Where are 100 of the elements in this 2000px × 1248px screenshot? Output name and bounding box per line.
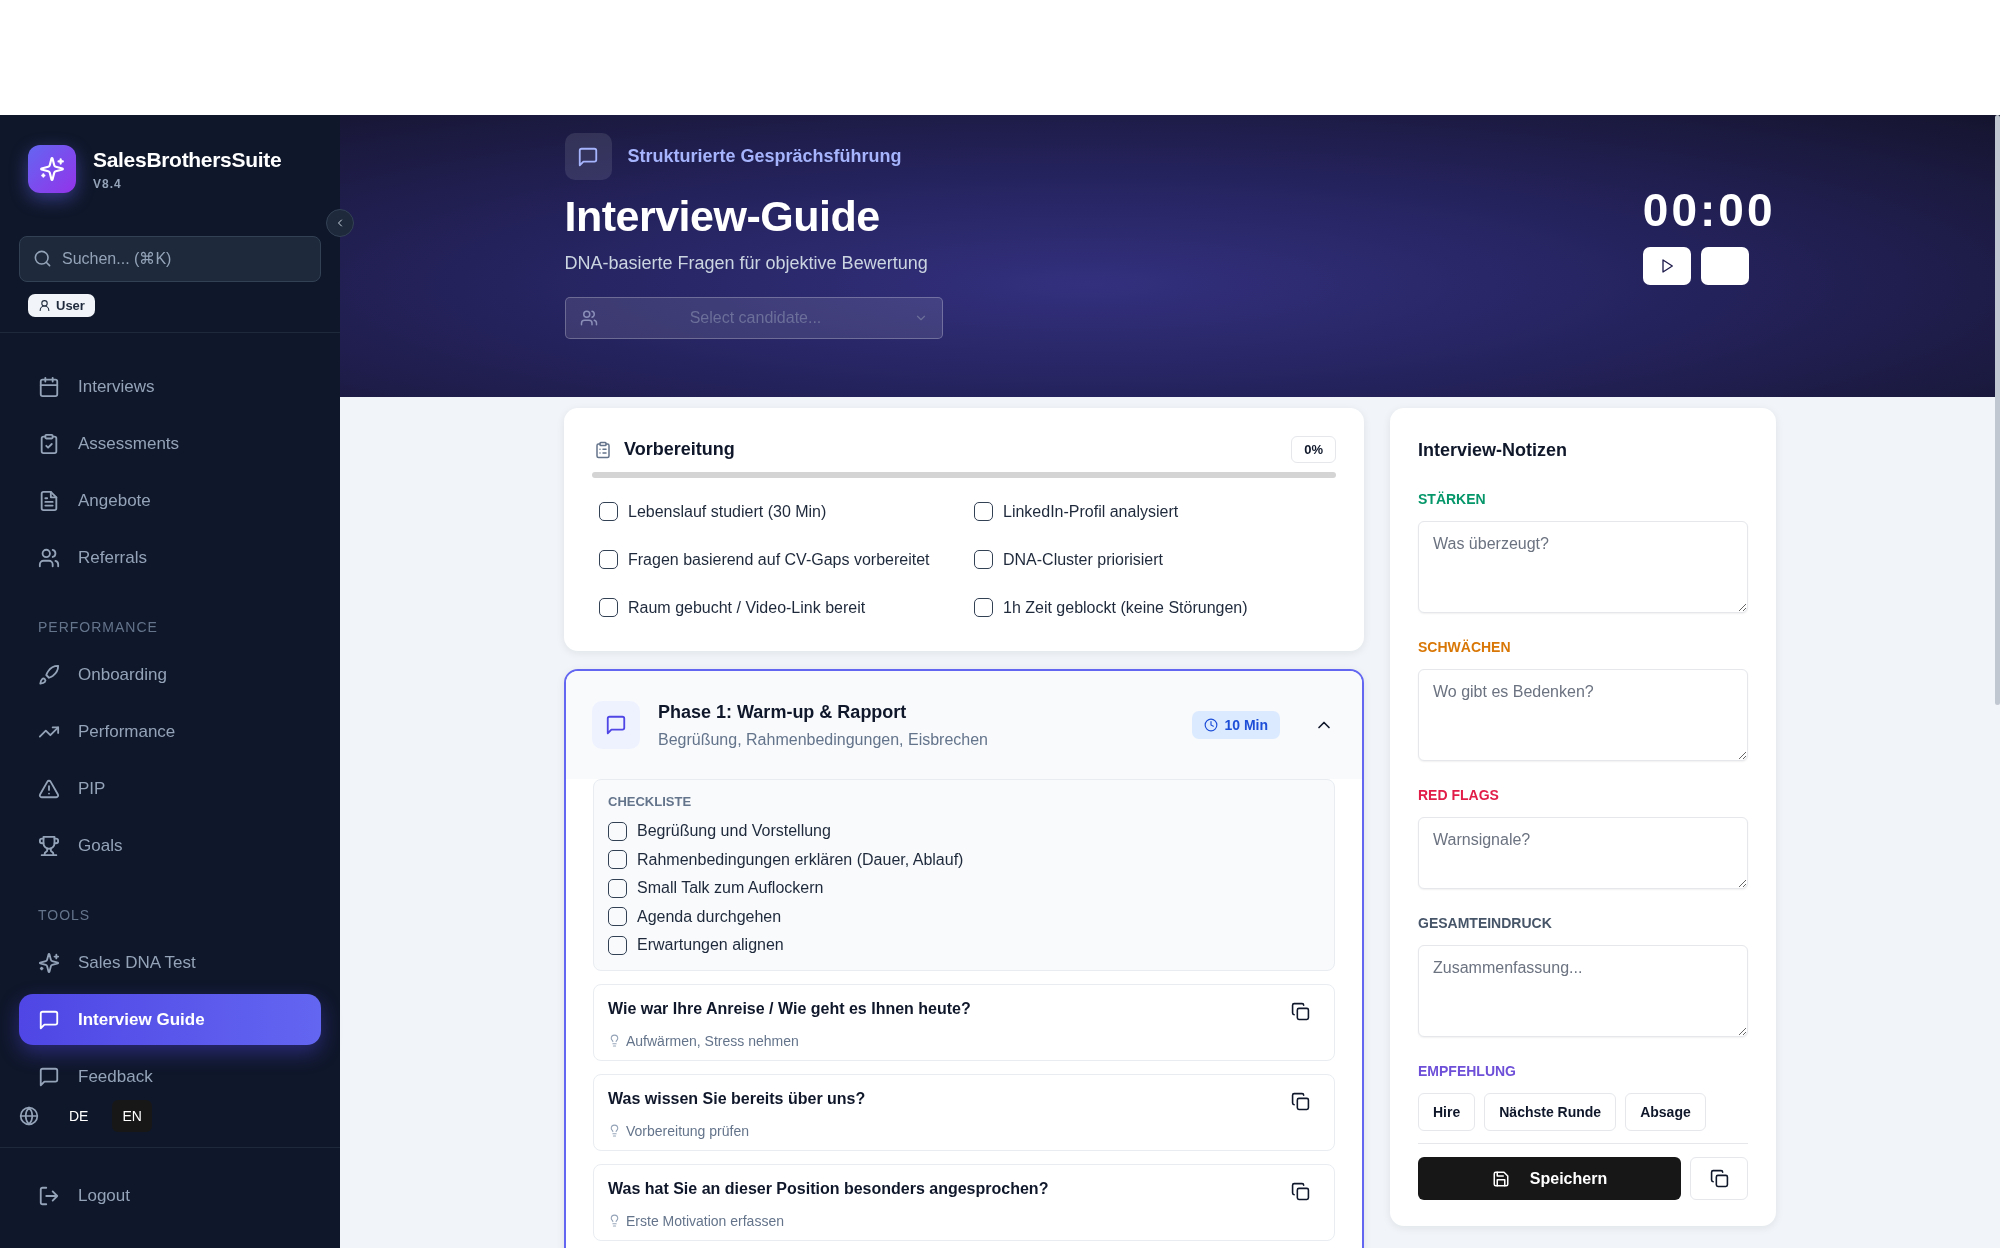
timer-display: 00:00 bbox=[1642, 183, 1776, 237]
checkbox[interactable] bbox=[599, 550, 618, 569]
checkbox[interactable] bbox=[599, 598, 618, 617]
percent-badge: 0% bbox=[1291, 436, 1336, 463]
lightbulb-icon bbox=[608, 1034, 621, 1047]
question-text: Was wissen Sie bereits über uns? bbox=[608, 1089, 866, 1108]
lightbulb-icon bbox=[608, 1124, 621, 1137]
nav-item[interactable]: Onboarding bbox=[19, 649, 321, 700]
trophy-icon bbox=[38, 834, 60, 857]
nav-item[interactable]: Interview Guide bbox=[19, 994, 321, 1045]
duration-badge: 10 Min bbox=[1192, 711, 1280, 739]
notes-field[interactable]: Warnsignale? bbox=[1418, 817, 1748, 889]
clock-icon bbox=[1204, 718, 1219, 732]
eyebrow-label: Strukturierte Gesprächsführung bbox=[627, 146, 902, 167]
copy-icon bbox=[1291, 1181, 1310, 1201]
checkbox[interactable] bbox=[599, 502, 618, 521]
question-hint: Aufwärmen, Stress nehmen bbox=[626, 1032, 799, 1049]
page-subtitle: DNA-basierte Fragen für objektive Bewertung bbox=[564, 253, 929, 274]
section-label: TOOLS bbox=[37, 906, 92, 925]
copy-icon bbox=[1709, 1169, 1729, 1188]
checklist-item: LinkedIn-Profil analysiert bbox=[1003, 502, 1179, 521]
copy-button[interactable] bbox=[1690, 1157, 1748, 1200]
clipboard-check-icon bbox=[38, 432, 60, 455]
users-icon bbox=[38, 546, 60, 569]
role-badge: User bbox=[28, 294, 95, 317]
notes-field[interactable]: Was überzeugt? bbox=[1418, 521, 1748, 613]
warning-icon bbox=[38, 777, 60, 800]
checkbox[interactable] bbox=[608, 935, 627, 955]
document-icon bbox=[38, 489, 60, 512]
recommendation-button[interactable]: Nächste Runde bbox=[1484, 1093, 1617, 1131]
recommendation-button[interactable]: Absage bbox=[1625, 1093, 1706, 1131]
phase-subtitle: Begrüßung, Rahmenbedingungen, Eisbrechen bbox=[658, 730, 989, 749]
chat-bubble-icon bbox=[592, 701, 640, 749]
copy-icon bbox=[1291, 1091, 1310, 1111]
nav-item[interactable]: Referrals bbox=[19, 532, 321, 583]
checklist-item: Erwartungen alignen bbox=[637, 936, 784, 955]
chat-bubble-icon bbox=[564, 133, 612, 180]
checklist-item: Raum gebucht / Video-Link bereit bbox=[628, 598, 866, 617]
timer-button[interactable] bbox=[1700, 247, 1749, 285]
field-label: STÄRKEN bbox=[1418, 491, 1487, 507]
checkbox[interactable] bbox=[974, 502, 993, 521]
save-icon bbox=[1491, 1169, 1510, 1188]
question-hint: Vorbereitung prüfen bbox=[626, 1122, 749, 1139]
nav-item[interactable]: Performance bbox=[19, 706, 321, 757]
phase-header[interactable]: Phase 1: Warm-up & Rapport Begrüßung, Rahmenbedingungen, Eisbrechen 10 Min bbox=[566, 671, 1362, 779]
logout-icon bbox=[38, 1184, 60, 1207]
sparkles-icon bbox=[39, 156, 65, 182]
calendar-icon bbox=[38, 375, 60, 398]
save-button[interactable]: Speichern bbox=[1418, 1157, 1681, 1200]
globe-icon bbox=[19, 1106, 39, 1126]
language-button[interactable]: DE bbox=[59, 1100, 99, 1132]
users-icon bbox=[579, 309, 598, 327]
checklist-item: 1h Zeit geblockt (keine Störungen) bbox=[1003, 598, 1248, 617]
sparkles-icon bbox=[38, 951, 60, 974]
question-text: Was hat Sie an dieser Position besonders angesprochen? bbox=[608, 1179, 1049, 1198]
checkbox[interactable] bbox=[608, 878, 627, 898]
card-title: Vorbereitung bbox=[624, 439, 736, 460]
nav-item[interactable]: Assessments bbox=[19, 418, 321, 469]
nav-item[interactable]: Sales DNA Test bbox=[19, 937, 321, 988]
nav-item[interactable]: Angebote bbox=[19, 475, 321, 526]
notes-field[interactable]: Zusammenfassung... bbox=[1418, 945, 1748, 1037]
checkbox[interactable] bbox=[608, 907, 627, 927]
checkbox[interactable] bbox=[608, 850, 627, 870]
language-button[interactable]: EN bbox=[112, 1100, 152, 1132]
page-title: Interview-Guide bbox=[564, 192, 881, 241]
checkbox[interactable] bbox=[974, 550, 993, 569]
scrollbar[interactable] bbox=[1995, 115, 2000, 705]
checkbox[interactable] bbox=[974, 598, 993, 617]
field-label: RED FLAGS bbox=[1418, 787, 1500, 803]
nav-item[interactable]: Interviews bbox=[19, 361, 321, 412]
checklist-item: DNA-Cluster priorisiert bbox=[1003, 550, 1164, 569]
search-field[interactable]: Suchen... (⌘K) bbox=[19, 236, 321, 282]
checklist-item: Agenda durchgehen bbox=[637, 907, 782, 926]
checkbox[interactable] bbox=[608, 821, 627, 841]
chat-bubble-icon bbox=[38, 1008, 60, 1031]
notes-field[interactable]: Wo gibt es Bedenken? bbox=[1418, 669, 1748, 761]
nav-item[interactable]: PIP bbox=[19, 763, 321, 814]
field-label: SCHWÄCHEN bbox=[1418, 639, 1512, 655]
checklist-item: Begrüßung und Vorstellung bbox=[637, 822, 831, 841]
card-title: Interview-Notizen bbox=[1418, 440, 1569, 461]
question-hint: Erste Motivation erfassen bbox=[626, 1212, 784, 1229]
nav-item[interactable]: Goals bbox=[19, 820, 321, 871]
nav-item[interactable]: Feedback bbox=[19, 1051, 321, 1102]
app-name: SalesBrothersSuite bbox=[93, 148, 282, 172]
field-label: GESAMTEINDRUCK bbox=[1418, 915, 1553, 931]
checklist-item: Small Talk zum Auflockern bbox=[637, 879, 824, 898]
play-button[interactable] bbox=[1642, 247, 1691, 285]
logout-link[interactable]: Logout bbox=[19, 1170, 321, 1221]
field-label: EMPFEHLUNG bbox=[1418, 1063, 1517, 1079]
question-text: Wie war Ihre Anreise / Wie geht es Ihnen heute? bbox=[608, 999, 971, 1018]
copy-icon bbox=[1291, 1001, 1310, 1021]
checklist-item: Fragen basierend auf CV-Gaps vorbereitet bbox=[628, 550, 930, 569]
user-icon bbox=[38, 299, 51, 312]
checklist-item: Lebenslauf studiert (30 Min) bbox=[628, 502, 827, 521]
version-label: V8.4 bbox=[93, 177, 123, 191]
phase-title: Phase 1: Warm-up & Rapport bbox=[658, 701, 908, 723]
clipboard-list-icon bbox=[594, 440, 612, 459]
recommendation-button[interactable]: Hire bbox=[1418, 1093, 1476, 1131]
lightbulb-icon bbox=[608, 1214, 621, 1227]
checklist-item: Rahmenbedingungen erklären (Dauer, Ablauf) bbox=[637, 850, 964, 869]
